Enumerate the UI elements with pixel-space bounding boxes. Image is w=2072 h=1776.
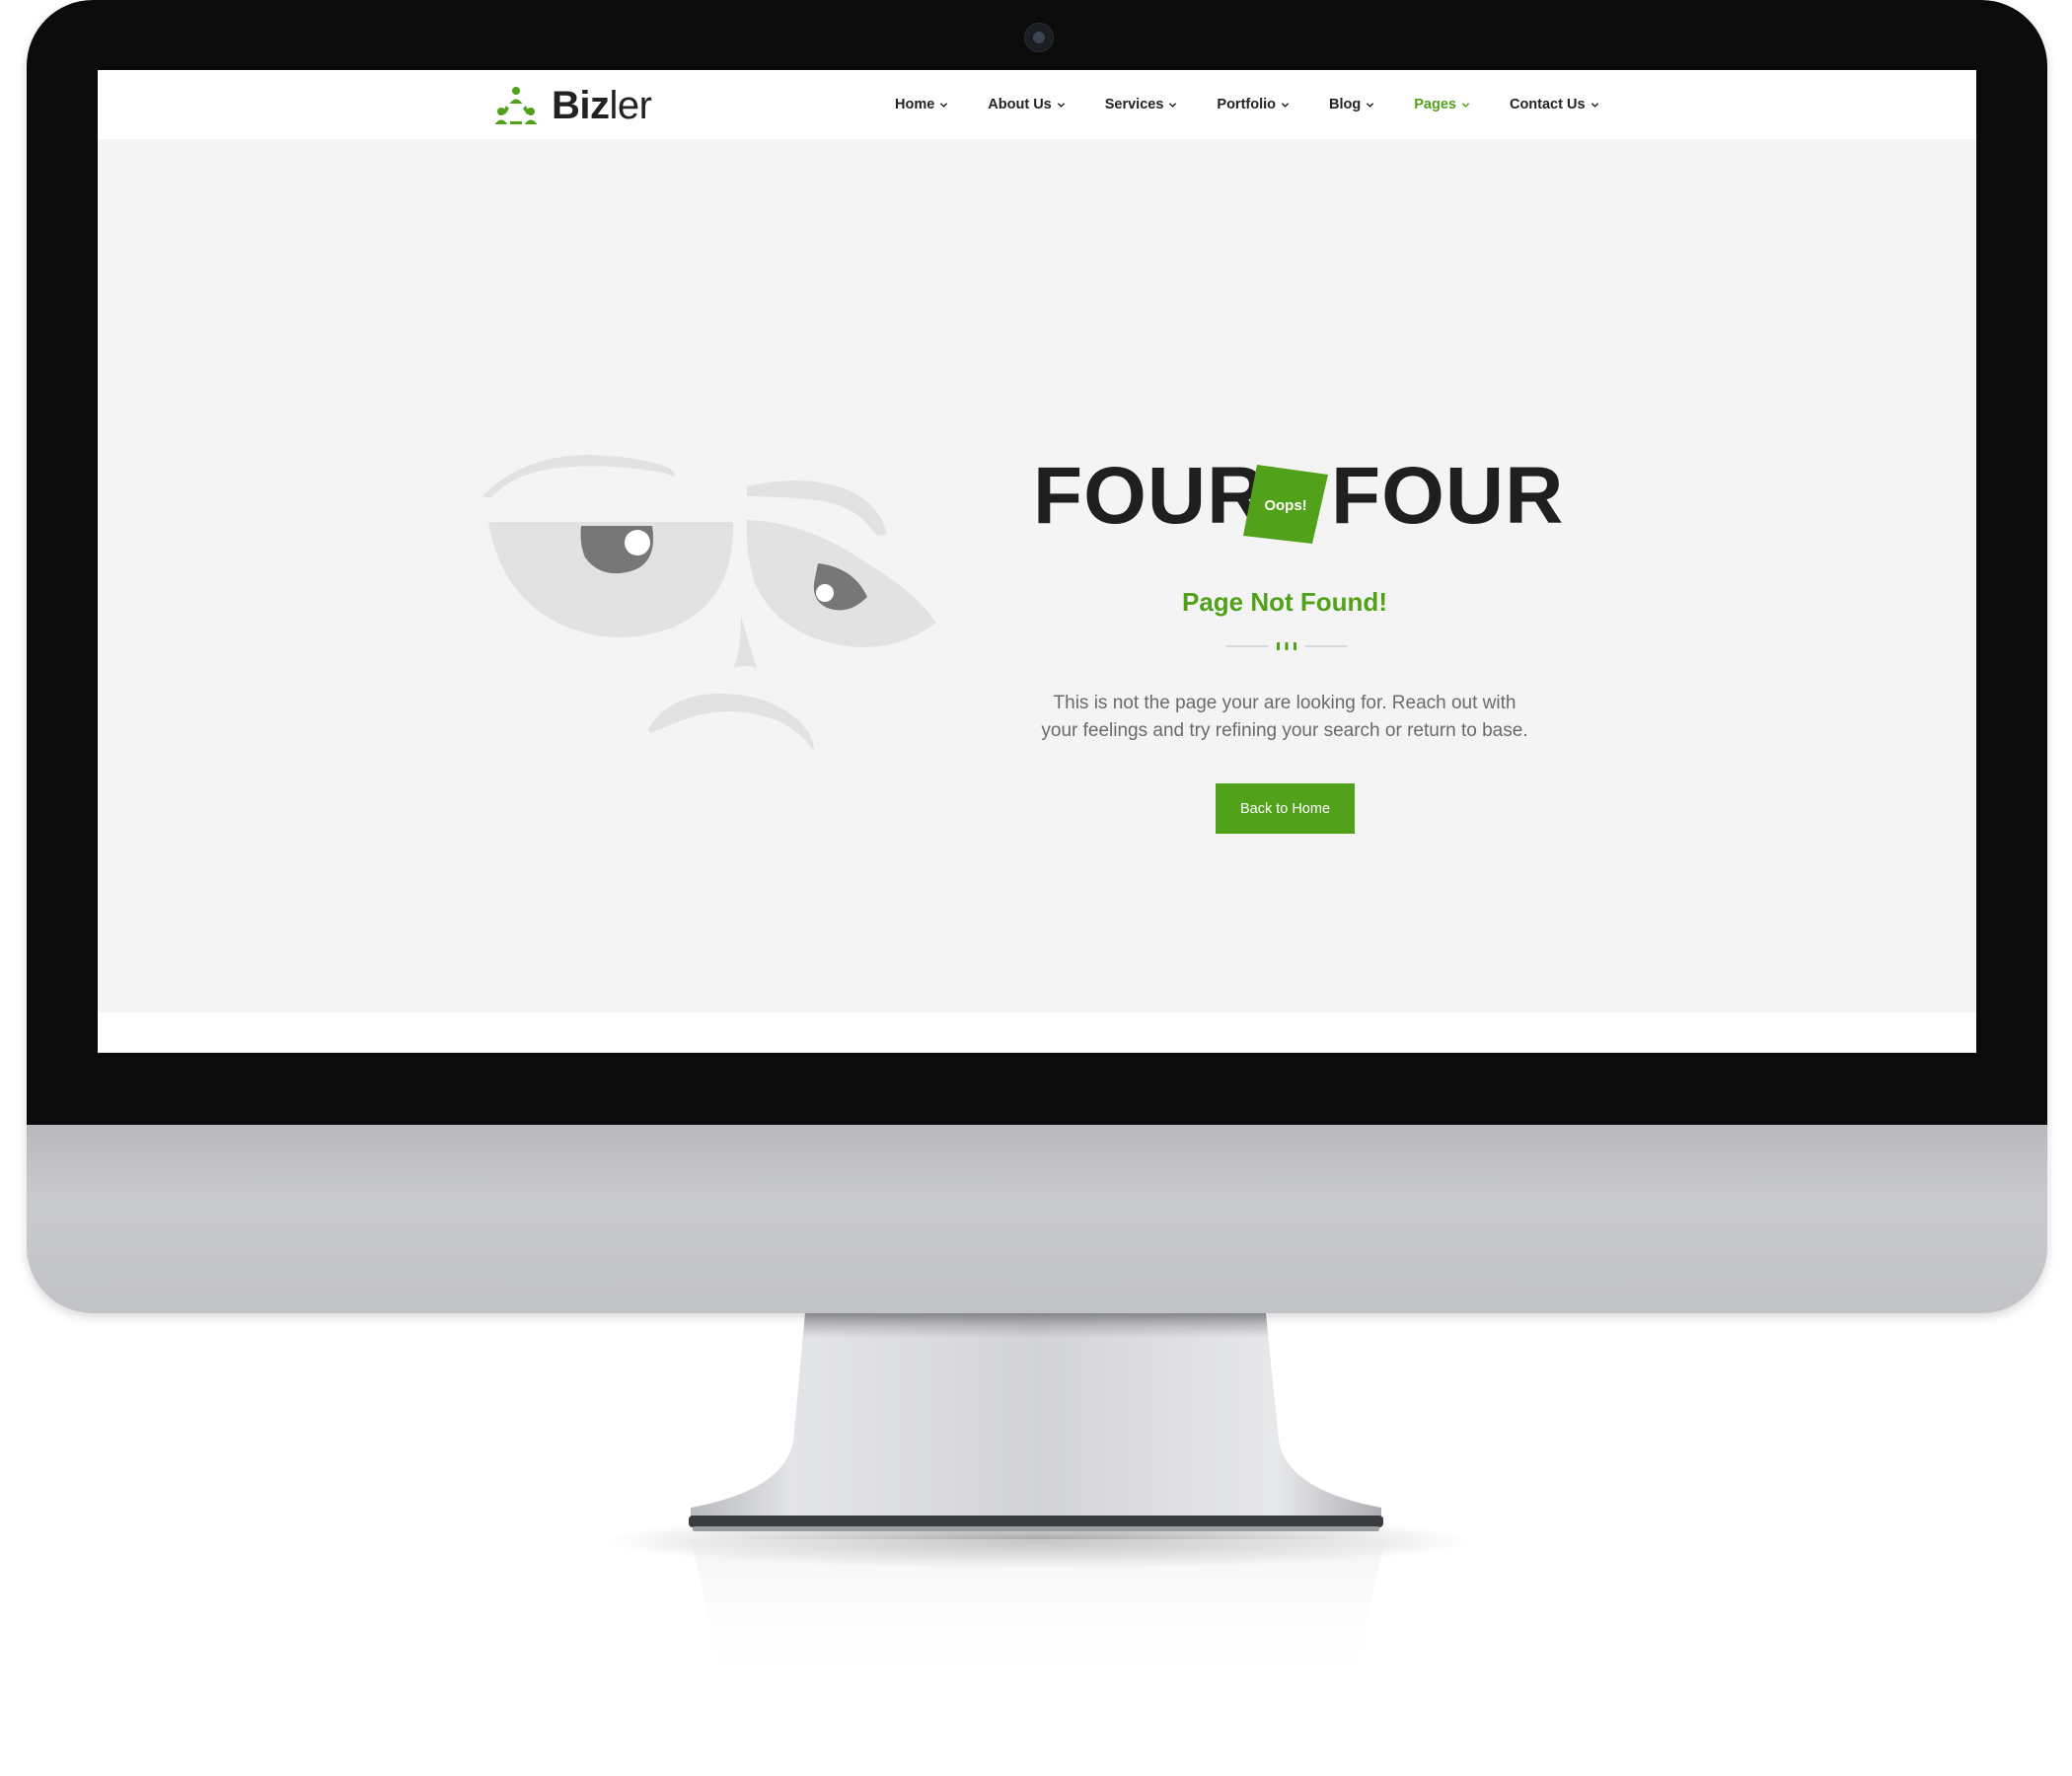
oops-badge-label: Oops! [1264, 496, 1307, 514]
sad-face-illustration [482, 455, 936, 751]
back-to-home-button[interactable]: Back to Home [1216, 783, 1355, 834]
nav-item-pages[interactable]: Pages [1414, 97, 1470, 112]
nav-item-label: Contact Us [1509, 97, 1586, 112]
brand-name: Bizler [552, 84, 652, 127]
error-code-heading: FOUR Oops! FOUR [1033, 447, 1563, 575]
chevron-down-icon [1461, 102, 1470, 108]
chevron-down-icon [1169, 102, 1177, 108]
nav-item-contact-us[interactable]: Contact Us [1510, 97, 1599, 112]
nav-item-label: Pages [1414, 97, 1456, 112]
oops-badge: Oops! [1243, 463, 1328, 544]
error-code-right: FOUR [1331, 451, 1565, 541]
nav-item-portfolio[interactable]: Portfolio [1217, 97, 1290, 112]
desktop-mockup: Bizler Home About Us Services Portfolio … [0, 0, 2072, 1776]
site-header: Bizler Home About Us Services Portfolio … [98, 70, 1976, 139]
nav-item-label: Services [1104, 97, 1164, 112]
chevron-down-icon [1057, 102, 1065, 108]
nav-item-about-us[interactable]: About Us [988, 97, 1065, 112]
main-nav: Home About Us Services Portfolio Blog Pa… [895, 70, 1639, 139]
nav-item-label: Portfolio [1217, 97, 1277, 112]
camera-icon [1024, 23, 1054, 52]
error-code-left: FOUR [1033, 451, 1267, 541]
footer-strip [98, 1012, 1976, 1053]
browser-viewport: Bizler Home About Us Services Portfolio … [98, 70, 1976, 1053]
nav-item-label: Home [895, 97, 935, 112]
chevron-down-icon [940, 102, 948, 108]
nav-item-services[interactable]: Services [1105, 97, 1178, 112]
chevron-down-icon [1367, 102, 1374, 108]
brand-name-light: ler [609, 84, 652, 127]
people-triangle-icon [494, 87, 538, 124]
monitor-chin [27, 1125, 2047, 1313]
chevron-down-icon [1591, 102, 1598, 108]
nav-item-label: About Us [988, 97, 1052, 112]
page-not-found-title: Page Not Found! [1182, 587, 1387, 617]
error-message: This is not the page your are looking fo… [1041, 693, 1528, 741]
nav-item-home[interactable]: Home [895, 97, 948, 112]
title-divider [1225, 642, 1348, 650]
nav-item-blog[interactable]: Blog [1329, 97, 1374, 112]
chevron-down-icon [1281, 102, 1290, 108]
brand-name-bold: Biz [552, 84, 610, 127]
nav-item-label: Blog [1329, 97, 1362, 112]
site-logo[interactable]: Bizler [494, 84, 652, 127]
error-section [98, 139, 1976, 1012]
